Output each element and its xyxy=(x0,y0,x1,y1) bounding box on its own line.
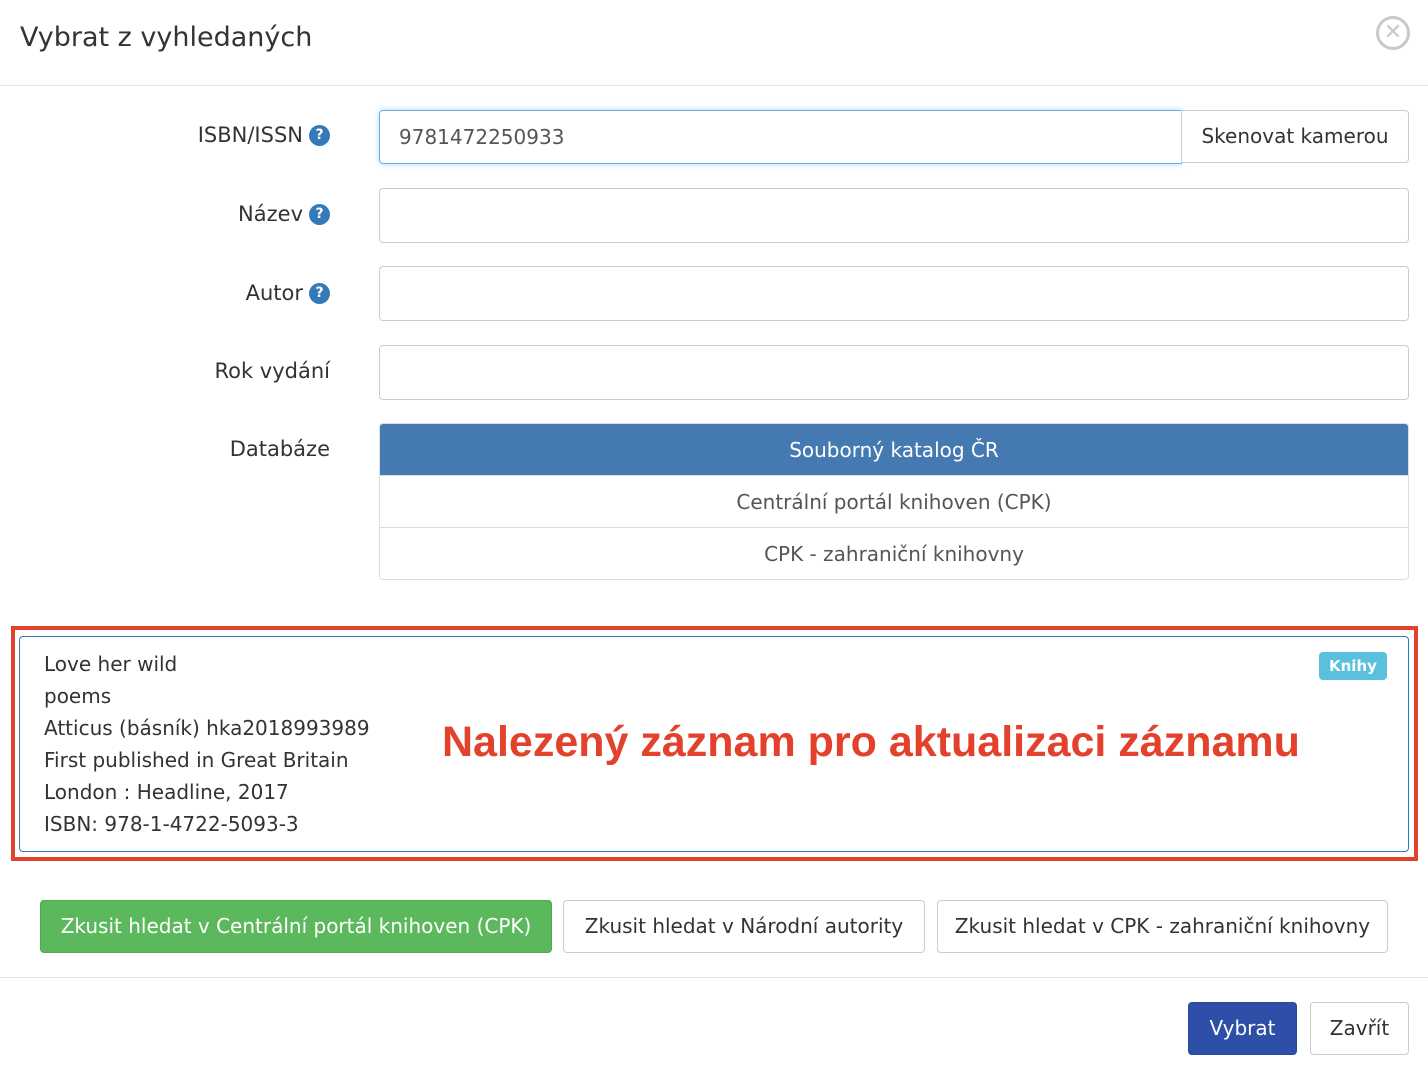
search-cpk-foreign-button[interactable]: Zkusit hledat v CPK - zahraniční knihovn… xyxy=(937,900,1388,953)
title-input[interactable] xyxy=(379,188,1409,243)
result-publication: London : Headline, 2017 xyxy=(44,780,289,804)
database-list: Souborný katalog ČR Centrální portál kni… xyxy=(379,423,1409,580)
question-circle-icon[interactable]: ? xyxy=(309,282,330,304)
database-option-cpk-foreign[interactable]: CPK - zahraniční knihovny xyxy=(380,528,1408,579)
database-label: Databáze xyxy=(230,437,330,461)
close-icon[interactable]: ✕ xyxy=(1376,16,1410,50)
question-circle-icon[interactable]: ? xyxy=(309,203,330,225)
modal-title: Vybrat z vyhledaných xyxy=(20,22,313,53)
result-author: Atticus (básník) hka2018993989 xyxy=(44,716,370,740)
author-label-text: Autor xyxy=(245,281,303,305)
question-circle-icon[interactable]: ? xyxy=(309,124,330,146)
author-label: Autor ? xyxy=(246,281,330,305)
title-label-text: Název xyxy=(238,202,303,226)
scan-camera-button[interactable]: Skenovat kamerou xyxy=(1181,110,1409,163)
annotation-text: Nalezený záznam pro aktualizaci záznamu xyxy=(442,718,1300,766)
year-label-text: Rok vydání xyxy=(214,359,330,383)
result-isbn: ISBN: 978-1-4722-5093-3 xyxy=(44,812,299,836)
title-label: Název ? xyxy=(238,202,330,226)
isbn-label: ISBN/ISSN ? xyxy=(198,123,330,147)
footer-divider xyxy=(0,977,1428,978)
database-label-text: Databáze xyxy=(229,437,330,461)
isbn-label-text: ISBN/ISSN xyxy=(197,123,303,147)
close-button[interactable]: Zavřít xyxy=(1310,1002,1409,1055)
result-edition: First published in Great Britain xyxy=(44,748,349,772)
database-option-skc[interactable]: Souborný katalog ČR xyxy=(380,424,1408,476)
modal-header: Vybrat z vyhledaných ✕ xyxy=(0,0,1428,86)
database-option-cpk[interactable]: Centrální portál knihoven (CPK) xyxy=(380,476,1408,528)
select-button[interactable]: Vybrat xyxy=(1188,1002,1297,1055)
isbn-input[interactable] xyxy=(379,110,1182,164)
year-label: Rok vydání xyxy=(214,359,330,383)
result-subtitle: poems xyxy=(44,684,112,708)
result-title: Love her wild xyxy=(44,652,178,676)
author-input[interactable] xyxy=(379,266,1409,321)
type-badge: Knihy xyxy=(1319,652,1387,680)
year-input[interactable] xyxy=(379,345,1409,400)
search-cpk-button[interactable]: Zkusit hledat v Centrální portál knihove… xyxy=(40,900,552,953)
search-national-authorities-button[interactable]: Zkusit hledat v Národní autority xyxy=(563,900,925,953)
